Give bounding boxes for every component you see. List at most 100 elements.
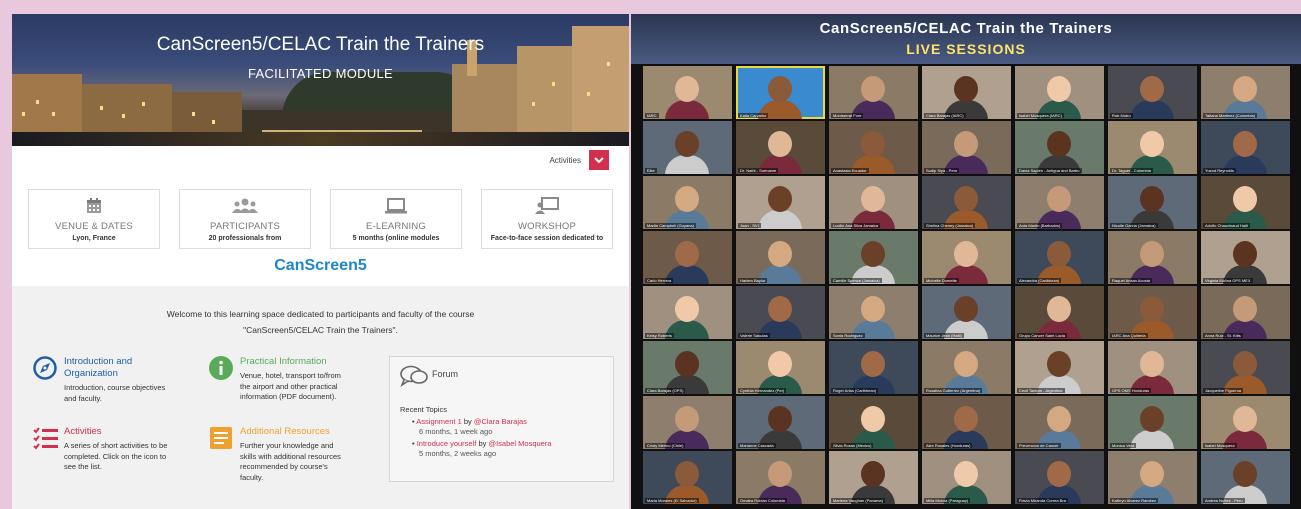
card-subtitle: 5 months (online modules [352,235,440,242]
participant-video-tile[interactable]: Katia Carvalho [736,66,825,119]
participant-name: Sudip Siya - Peru [924,168,960,173]
participant-video-tile[interactable]: Isabel Mosquera (IARC) [1015,66,1104,119]
participant-video-tile[interactable]: Carlo Herrera [643,231,732,284]
participant-video-tile[interactable]: Maria Morales (El Salvador) [643,451,732,504]
participant-video-tile[interactable]: Jacqueline Figueroa [1201,341,1290,394]
participant-video-tile[interactable]: Milla Murcia (Paraguay) [922,451,1011,504]
participant-video-tile[interactable]: Andrea Nuñez - Peru [1201,451,1290,504]
participant-name: Kathryn Alvarez Ramirez [1110,498,1159,503]
participant-video-tile[interactable]: Maurice Jean (Haiti) [922,286,1011,339]
users-icon [180,195,310,217]
participant-video-tile[interactable]: Sudip Siya - Peru [922,121,1011,174]
participant-name: Rosalina Gutierrez (Argentina) [924,388,983,393]
participant-video-tile[interactable]: Rosalina Gutierrez (Argentina) [922,341,1011,394]
participant-face [861,131,885,157]
participant-video-tile[interactable]: Cecil Tantum - Argentina [1015,341,1104,394]
participant-face [861,76,885,102]
participant-video-tile[interactable]: Camille Spence (Jamaica) [829,231,918,284]
section-heading[interactable]: Introduction and Organization [64,356,132,380]
participant-video-tile[interactable]: Montserrat Fore [829,66,918,119]
user-link[interactable]: @Clara Barajas [474,417,527,426]
topic-time: 5 months, 2 weeks ago [419,449,497,458]
participant-video-tile[interactable]: Elke [643,121,732,174]
participant-video-tile[interactable]: Flavia Miranda Correa Bra [1015,451,1104,504]
participant-video-tile[interactable]: Grupo Cancer Saint Lucia [1015,286,1104,339]
participant-face [768,296,792,322]
section-heading[interactable]: Activities [64,426,101,438]
participant-video-tile[interactable]: Rob Mutru [1108,66,1197,119]
participant-name: Marianne Cascada [738,443,776,448]
section-description: Further your knowledge and skills with a… [240,441,341,482]
participant-video-tile[interactable]: Shelina Cheney (Jamaica) [922,176,1011,229]
participant-video-tile[interactable]: Cynthia Hernandez (Per) [736,341,825,394]
participant-name: Isabel Mosquera [1203,443,1237,448]
welcome-text: Welcome to this learning space dedicated… [52,306,589,338]
participant-video-tile[interactable]: Isabel Mosquera [1201,396,1290,449]
user-link[interactable]: @Isabel Mosquera [488,439,551,448]
participant-name: Jacqueline Figueroa [1203,388,1244,393]
card-venue-dates[interactable]: VENUE & DATES Lyon, France [28,189,160,249]
participant-video-tile[interactable]: Omaira Roldan Colombia [736,451,825,504]
chevron-down-icon[interactable] [589,150,609,170]
card-participants[interactable]: PARTICIPANTS 20 professionals from [179,189,311,249]
participant-body [665,100,709,119]
participant-video-tile[interactable]: Lucille Ana Silva Jamaica [829,176,918,229]
participant-video-tile[interactable]: Clara Barajas (OPS) [643,341,732,394]
participant-video-tile[interactable]: Harlem Baylor [736,231,825,284]
participant-video-tile[interactable]: Kathryn Alvarez Ramirez [1108,451,1197,504]
participant-video-tile[interactable]: Martin Campbell (Guyana) [643,176,732,229]
participant-video-tile[interactable]: Alexandra (Caribbean) [1015,231,1104,284]
forum-title[interactable]: Forum [432,369,458,379]
participant-video-tile[interactable]: Marlena Vaughan (Panama) [829,451,918,504]
topic-link[interactable]: Introduce yourself [417,439,477,448]
book-icon [209,426,233,450]
participant-face [861,241,885,267]
participant-video-tile[interactable]: Monica Vera [1108,396,1197,449]
participant-video-tile[interactable]: Alex Rosales (Honduras) [922,396,1011,449]
section-practical-info[interactable]: Practical Information Venue, hotel, tran… [209,356,359,416]
participant-video-tile[interactable]: IARC [643,66,732,119]
participant-video-tile[interactable]: Dr. Taguer - Colombia [1108,121,1197,174]
participant-video-tile[interactable]: Cristy Merino (Chile) [643,396,732,449]
card-e-learning[interactable]: E-LEARNING 5 months (online modules [330,189,462,249]
participant-video-tile[interactable]: Keisy Roberts [643,286,732,339]
topic-link[interactable]: Assignment 1 [416,417,461,426]
participant-video-tile[interactable]: IARC Ana Quilterla [1108,286,1197,339]
participant-video-tile[interactable]: Prevencion de Cancer [1015,396,1104,449]
section-activities[interactable]: Activities A series of short activities … [33,426,183,486]
participant-video-tile[interactable]: Marianne Cascada [736,396,825,449]
participant-video-tile[interactable]: Valerie Saludas [736,286,825,339]
participant-video-tile[interactable]: Tatiana Martinez (Colombia) [1201,66,1290,119]
participant-video-tile[interactable]: Anta Martin (Barbados) [1015,176,1104,229]
participant-video-tile[interactable]: Clara Barajas (IARC) [922,66,1011,119]
participant-face [768,351,792,377]
participant-video-tile[interactable]: Michelle Dumette [922,231,1011,284]
section-additional-resources[interactable]: Additional Resources Further your knowle… [209,426,359,496]
participant-face [675,351,699,377]
participant-video-tile[interactable]: Nicolle Garcia (Jamaica) [1108,176,1197,229]
participant-video-tile[interactable]: Adolfo Chauvinaud Haiti [1201,176,1290,229]
participant-name: Martin Campbell (Guyana) [645,223,696,228]
participant-video-tile[interactable]: Raquel Ansan Acosta [1108,231,1197,284]
participant-name: Sonia Rodriguez [831,333,865,338]
participant-face [1140,76,1164,102]
participant-video-tile[interactable]: Sonia Rodriguez [829,286,918,339]
participant-video-tile[interactable]: Anna Ruiz - St. Kitts [1201,286,1290,339]
participant-video-tile[interactable]: OPS OMS Honduras [1108,341,1197,394]
participant-video-tile[interactable]: Anastasia Ecuador [829,121,918,174]
card-workshop[interactable]: WORKSHOP Face-to-face session dedicated … [481,189,613,249]
participant-video-tile[interactable]: Joan - SVI [736,176,825,229]
participant-video-tile[interactable]: Dr. Nathi - Suriname [736,121,825,174]
participant-video-tile[interactable]: Yuzod Reynolds [1201,121,1290,174]
activities-dropdown[interactable]: Activities [549,150,609,170]
section-heading[interactable]: Additional Resources [240,426,330,438]
participant-face [954,76,978,102]
participant-video-tile[interactable]: Roger Arias (Caribbean) [829,341,918,394]
info-icon [209,356,233,380]
participant-video-tile[interactable]: Dania Saplen - Antigua and Barbu [1015,121,1104,174]
participant-video-tile[interactable]: Silvia Rosas (Mexico) [829,396,918,449]
participant-face [1233,406,1257,432]
section-introduction[interactable]: Introduction and Organization Introducti… [33,356,183,416]
participant-video-tile[interactable]: Virginia Molina OPS MEX [1201,231,1290,284]
section-heading[interactable]: Practical Information [240,356,327,368]
